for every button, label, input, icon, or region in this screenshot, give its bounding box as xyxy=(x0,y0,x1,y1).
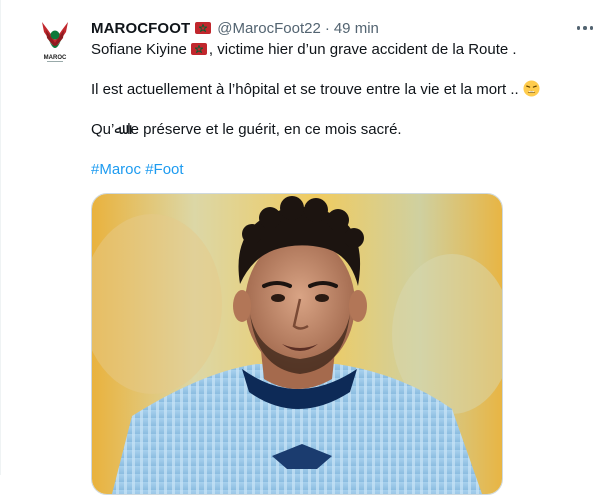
player-photo-image xyxy=(92,194,502,494)
timeline-divider xyxy=(0,0,1,475)
morocco-flag-icon xyxy=(195,22,212,34)
more-options-icon[interactable] xyxy=(574,18,596,38)
player-name-text: Sofiane Kiyine xyxy=(91,41,187,58)
hashtag-maroc-link[interactable]: #Maroc xyxy=(91,161,141,178)
tweet-photo[interactable] xyxy=(91,193,503,495)
author-name[interactable]: MAROCFOOT xyxy=(91,20,190,37)
tweet-timestamp[interactable]: 49 min xyxy=(334,20,379,37)
author-handle[interactable]: @MarocFoot22 xyxy=(217,20,321,37)
svg-text:MAROC: MAROC xyxy=(44,55,67,61)
tweet-text-segment: Il est actuellement à l’hôpital et se tr… xyxy=(91,81,519,98)
tweet-text-line: Qu’ﷲ le préserve et le guérit, en ce moi… xyxy=(91,120,402,140)
morocco-flag-icon xyxy=(190,43,207,55)
tweet-card[interactable]: MAROC MAROCFOOT @MarocFoot22 · 49 min So… xyxy=(0,0,606,495)
tweet-text-segment: , victime hier d’un grave accident de la… xyxy=(208,41,517,58)
tweet-header: MAROCFOOT @MarocFoot22 · 49 min xyxy=(91,18,379,38)
weary-face-emoji-icon xyxy=(523,80,540,97)
separator-dot: · xyxy=(324,19,330,37)
tweet-text-segment: Qu’ﷲ le préserve et le guérit, en ce moi… xyxy=(91,121,402,138)
hashtag-foot-link[interactable]: #Foot xyxy=(145,161,183,178)
tweet-text-line: Sofiane Kiyine , victime hier d’un grave … xyxy=(91,40,517,60)
marocfoot-logo-icon: MAROC xyxy=(42,22,68,62)
author-avatar[interactable]: MAROC xyxy=(38,18,72,64)
tweet-text-line: Il est actuellement à l’hôpital et se tr… xyxy=(91,80,540,100)
hashtag-line: #Maroc #Foot xyxy=(91,160,184,180)
